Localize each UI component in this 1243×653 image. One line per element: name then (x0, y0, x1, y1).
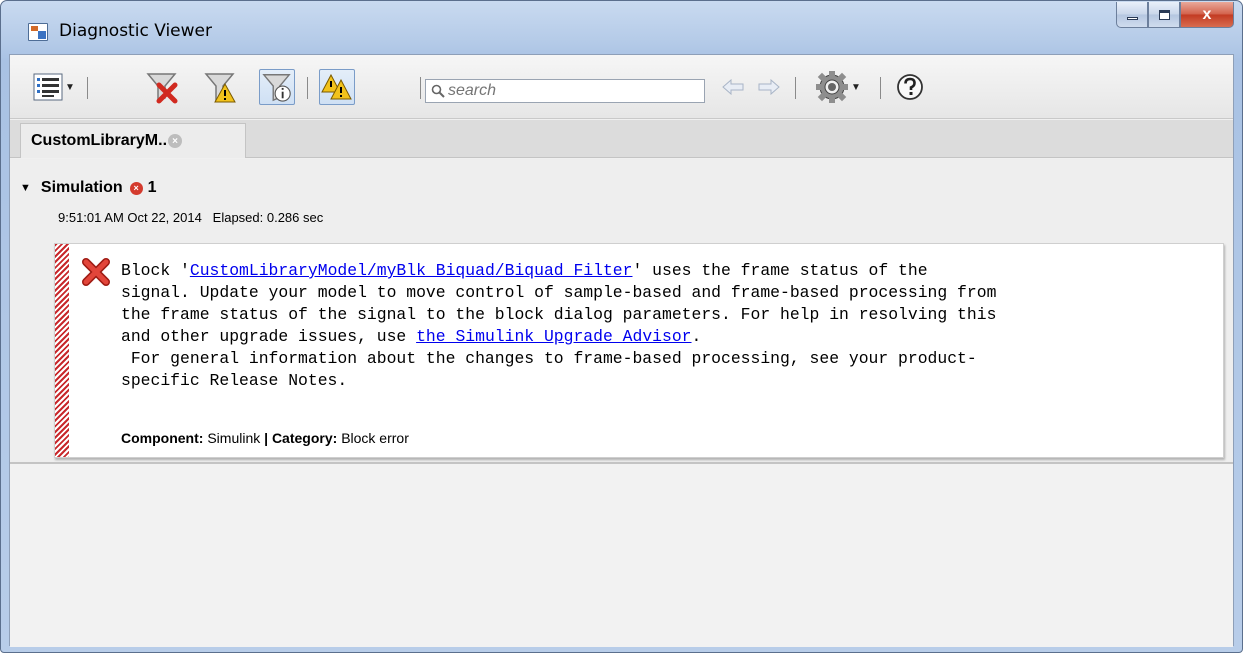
search-icon (431, 84, 445, 98)
nav-back-button[interactable] (720, 69, 746, 105)
maximize-button[interactable] (1148, 2, 1180, 28)
category-label: Category: (271, 430, 338, 446)
message-text: ' uses the frame status of the (632, 261, 928, 280)
message-metadata: Component: Simulink | Category: Block er… (121, 430, 409, 446)
block-link[interactable]: CustomLibraryModel/myBlk_Biquad/Biquad F… (190, 261, 633, 280)
tab-customlibrarymodel[interactable]: CustomLibraryM.. × (20, 123, 246, 158)
settings-menu-button[interactable]: ▼ (810, 69, 866, 105)
component-value: Simulink (207, 430, 261, 446)
filter-warnings-icon (204, 73, 236, 103)
nav-forward-icon (758, 79, 780, 95)
search-input[interactable] (448, 82, 698, 100)
search-box[interactable] (425, 79, 705, 103)
empty-area (10, 464, 1233, 647)
minimize-button[interactable] (1116, 2, 1148, 28)
error-message-card: Block 'CustomLibraryModel/myBlk_Biquad/B… (54, 243, 1224, 458)
title-bar: Diagnostic Viewer x (1, 1, 1242, 53)
meta-separator: | (264, 430, 269, 446)
section-timestamp: 9:51:01 AM Oct 22, 2014 Elapsed: 0.286 s… (58, 210, 324, 225)
collapse-triangle-icon[interactable]: ▼ (20, 182, 31, 194)
message-text: specific Release Notes. (121, 371, 348, 390)
error-count: 1 (147, 179, 157, 196)
toolbar-separator (795, 77, 796, 99)
highlight-warnings-button[interactable] (319, 69, 355, 105)
tab-label: CustomLibraryM.. (31, 132, 168, 149)
component-label: Component: (121, 430, 204, 446)
toolbar: ▼ search ▼ (10, 55, 1233, 119)
nav-back-icon (722, 79, 744, 95)
simulation-section-header[interactable]: ▼ Simulation × 1 (20, 179, 157, 197)
app-icon (28, 23, 48, 41)
chevron-down-icon: ▼ (65, 81, 75, 93)
view-menu-button[interactable]: ▼ (30, 69, 78, 105)
toolbar-separator (87, 77, 88, 99)
close-button[interactable]: x (1180, 2, 1234, 28)
toolbar-separator (420, 77, 421, 99)
upgrade-advisor-link[interactable]: the Simulink Upgrade Advisor (416, 327, 691, 346)
nav-forward-button[interactable] (756, 69, 782, 105)
filter-errors-icon (146, 73, 178, 104)
error-count-icon: × (129, 181, 143, 195)
filter-info-icon (262, 74, 291, 102)
highlight-warnings-icon (321, 73, 352, 100)
error-message-text: Block 'CustomLibraryModel/myBlk_Biquad/B… (121, 260, 1219, 392)
client-area: ▼ search ▼ CustomLibraryM.. × ▼ Simulati… (9, 54, 1234, 647)
chevron-down-icon: ▼ (851, 81, 861, 93)
message-text: and other upgrade issues, use (121, 327, 417, 346)
minimize-icon (1126, 17, 1138, 20)
gear-icon (816, 71, 849, 103)
section-title: Simulation (40, 179, 123, 196)
filter-errors-button[interactable] (144, 69, 180, 105)
filter-warnings-button[interactable] (202, 69, 238, 105)
help-icon (897, 74, 923, 100)
toolbar-separator (880, 77, 881, 99)
list-view-icon (33, 73, 63, 101)
diagnostic-viewer-window: Diagnostic Viewer x ▼ search ▼ CustomLib… (0, 0, 1243, 653)
error-x-icon (82, 258, 110, 286)
error-stripe (55, 244, 69, 457)
message-text: Block ' (121, 261, 190, 280)
close-tab-icon[interactable]: × (168, 134, 183, 148)
filter-info-button[interactable] (259, 69, 295, 105)
maximize-icon (1158, 9, 1170, 20)
close-icon: x (1202, 5, 1212, 23)
help-button[interactable] (892, 69, 928, 105)
diagnostic-content: ▼ Simulation × 1 9:51:01 AM Oct 22, 2014… (10, 159, 1233, 647)
message-text: . (691, 327, 702, 346)
message-text: signal. Update your model to move contro… (121, 283, 997, 302)
category-value: Block error (341, 430, 409, 446)
message-text: the frame status of the signal to the bl… (121, 305, 997, 324)
toolbar-separator (307, 77, 308, 99)
message-text: For general information about the change… (121, 349, 977, 368)
window-title: Diagnostic Viewer (59, 21, 212, 41)
model-tab-strip: CustomLibraryM.. × (10, 120, 1233, 158)
caption-buttons: x (1116, 2, 1234, 30)
